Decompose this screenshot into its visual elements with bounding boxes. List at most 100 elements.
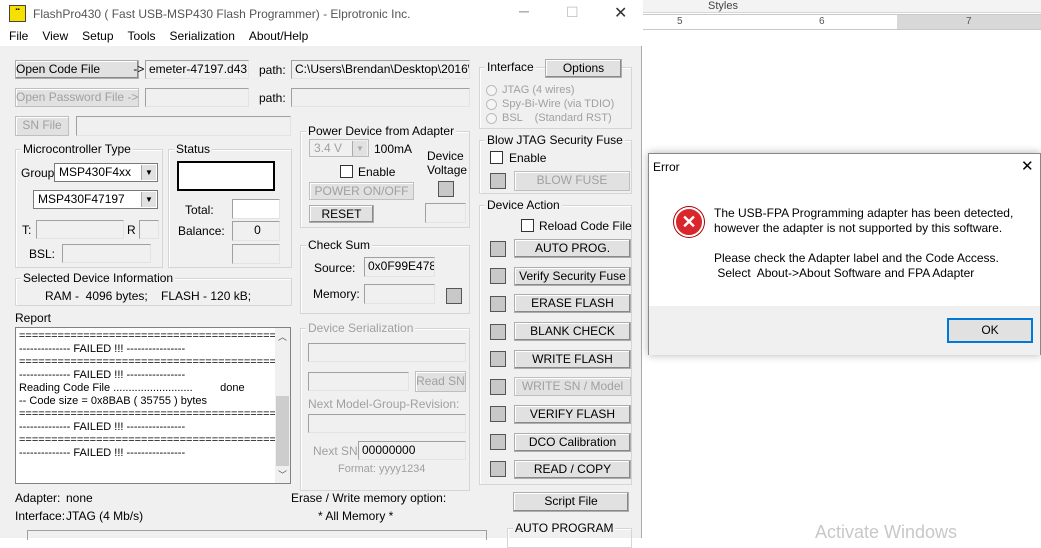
- report-line: -------------- FAILED !!! --------------…: [19, 369, 186, 381]
- group-title: Power Device from Adapter: [306, 124, 457, 138]
- menu-serialization[interactable]: Serialization: [170, 29, 235, 43]
- sn-file-field[interactable]: [76, 116, 291, 136]
- auto-prog-button[interactable]: AUTO PROG.: [514, 239, 631, 258]
- report-line: ========================================…: [19, 330, 289, 342]
- power-enable-checkbox[interactable]: [340, 165, 353, 178]
- radio-jtag[interactable]: [486, 85, 497, 96]
- error-message: however the adapter is not supported by …: [714, 221, 1003, 235]
- word-styles-strip: Styles: [643, 0, 1041, 13]
- power-on-off-button[interactable]: POWER ON/OFF: [309, 182, 414, 200]
- report-scrollbar[interactable]: ︿ ﹀: [275, 328, 290, 483]
- status-display: [177, 161, 275, 191]
- dialog-title: Error: [653, 160, 680, 174]
- erase-flash-button[interactable]: ERASE FLASH: [514, 294, 631, 313]
- current-label: 100mA: [374, 142, 413, 156]
- group-title: Device Serialization: [306, 321, 416, 335]
- reload-code-file-checkbox[interactable]: [521, 219, 534, 232]
- group-select[interactable]: MSP430F4xx ▼: [54, 163, 158, 182]
- scroll-down-icon[interactable]: ﹀: [278, 468, 287, 481]
- next-sn-field[interactable]: 00000000: [358, 441, 466, 460]
- password-path-label: path:: [259, 91, 286, 105]
- read-copy-button[interactable]: READ / COPY: [514, 460, 631, 479]
- interface-label: Interface:: [15, 509, 66, 523]
- balance-field: 0: [232, 221, 280, 241]
- r-field[interactable]: [139, 220, 159, 239]
- auto-program-group: AUTO PROGRAM: [507, 521, 632, 548]
- ok-button[interactable]: OK: [947, 318, 1033, 343]
- group-value: MSP430F4xx: [59, 165, 132, 179]
- menu-view[interactable]: View: [42, 29, 68, 43]
- next-model-field[interactable]: [308, 414, 466, 433]
- microcontroller-type-group: Microcontroller Type Group: MSP430F4xx ▼ …: [15, 142, 163, 268]
- radio-spy-bi-wire[interactable]: [486, 99, 497, 110]
- code-file-field[interactable]: emeter-47197.d43: [145, 60, 249, 79]
- report-line: -- Code size = 0x8BAB ( 35755 ) bytes: [19, 395, 208, 407]
- menu-setup[interactable]: Setup: [82, 29, 113, 43]
- menu-tools[interactable]: Tools: [128, 29, 156, 43]
- erase-option-label: Erase / Write memory option:: [291, 491, 447, 505]
- device-serialization-group: Device Serialization Read SN Next Model-…: [300, 321, 470, 491]
- action-indicator: [490, 379, 506, 395]
- menu-bar: File View Setup Tools Serialization About/Hel…: [0, 28, 642, 46]
- sn-file-button[interactable]: SN File: [15, 116, 69, 136]
- power-enable-label: Enable: [358, 165, 396, 179]
- total-field: [232, 199, 280, 219]
- fuse-enable-checkbox[interactable]: [490, 151, 503, 164]
- action-indicator: [490, 461, 506, 477]
- t-field[interactable]: [36, 220, 124, 239]
- memory-label: Memory:: [313, 287, 360, 301]
- action-indicator: [490, 434, 506, 450]
- voltage-select[interactable]: 3.4 V ▼: [309, 139, 369, 157]
- serial-field[interactable]: [308, 343, 466, 362]
- group-label: Group:: [21, 166, 58, 180]
- blow-fuse-button[interactable]: BLOW FUSE: [514, 171, 630, 191]
- t-label: T:: [22, 223, 32, 237]
- radio-bsl[interactable]: [486, 113, 497, 124]
- reload-code-file-label: Reload Code File: [539, 219, 632, 233]
- maximize-icon[interactable]: ☐: [566, 4, 579, 21]
- chevron-down-icon: ▼: [352, 141, 367, 156]
- read-sn-button[interactable]: Read SN: [415, 371, 466, 392]
- report-box[interactable]: ========================================…: [15, 327, 291, 484]
- open-password-file-button[interactable]: Open Password File ->: [15, 88, 139, 107]
- password-path-field[interactable]: [291, 88, 470, 107]
- scroll-up-icon[interactable]: ︿: [278, 330, 287, 343]
- password-file-field[interactable]: [145, 88, 249, 107]
- balance-label: Balance:: [178, 224, 225, 238]
- verify-flash-button[interactable]: VERIFY FLASH: [514, 405, 631, 424]
- dco-calibration-button[interactable]: DCO Calibration: [514, 433, 631, 452]
- scroll-thumb[interactable]: [276, 396, 289, 466]
- close-icon[interactable]: ✕: [614, 3, 627, 23]
- menu-about-help[interactable]: About/Help: [249, 29, 308, 43]
- serial-field-2[interactable]: [308, 372, 409, 391]
- script-file-button[interactable]: Script File: [513, 492, 629, 512]
- interface-value: JTAG (4 Mb/s): [66, 509, 144, 523]
- reset-button[interactable]: RESET: [309, 205, 374, 223]
- device-select[interactable]: MSP430F47197 ▼: [33, 190, 158, 209]
- bsl-field[interactable]: [62, 244, 151, 263]
- options-button[interactable]: Options: [545, 59, 622, 78]
- flashpro-window: ▪▪ FlashPro430 ( Fast USB-MSP430 Flash P…: [0, 0, 642, 548]
- open-code-file-button[interactable]: Open Code File ->: [15, 60, 144, 79]
- report-line: -------------- FAILED !!! --------------…: [19, 421, 186, 433]
- next-sn-label: Next SN:: [313, 444, 362, 458]
- code-path-field[interactable]: C:\Users\Brendan\Desktop\2016\L: [291, 60, 470, 79]
- adapter-value: none: [66, 491, 93, 505]
- radio-label: BSL (Standard RST): [502, 112, 612, 124]
- blank-check-button[interactable]: BLANK CHECK: [514, 322, 631, 341]
- report-line: ========================================…: [19, 408, 289, 420]
- checksum-indicator: [446, 288, 462, 304]
- verify-security-fuse-button[interactable]: Verify Security Fuse: [514, 267, 631, 286]
- menu-file[interactable]: File: [9, 29, 28, 43]
- device-voltage-indicator: [438, 181, 454, 197]
- report-label: Report: [15, 311, 52, 325]
- write-flash-button[interactable]: WRITE FLASH: [514, 350, 631, 369]
- power-device-group: Power Device from Adapter 3.4 V ▼ 100mA E…: [300, 124, 470, 228]
- minimize-icon[interactable]: ─: [519, 3, 529, 19]
- close-icon[interactable]: ✕: [1021, 157, 1034, 175]
- word-ruler[interactable]: 5 6 7: [643, 14, 1041, 30]
- write-sn-model-button[interactable]: WRITE SN / Model: [514, 377, 631, 396]
- source-label: Source:: [314, 261, 356, 275]
- error-message: The USB-FPA Programming adapter has been…: [714, 206, 1014, 220]
- radio-label: Spy-Bi-Wire (via TDIO): [502, 98, 615, 110]
